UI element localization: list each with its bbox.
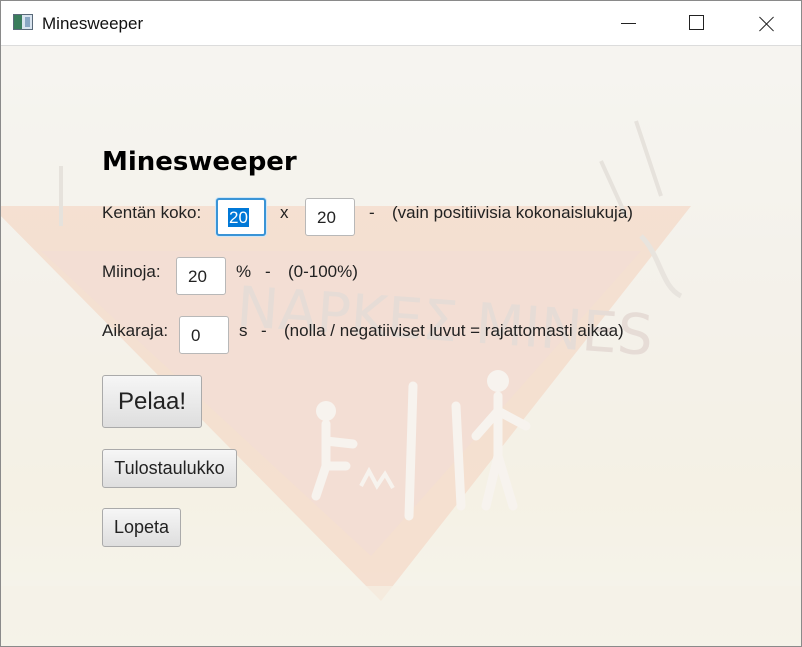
scoreboard-button[interactable]: Tulostaulukko: [102, 449, 237, 488]
mines-label: Miinoja:: [102, 262, 161, 281]
title-bar: Minesweeper: [1, 1, 801, 46]
close-icon[interactable]: [742, 1, 788, 45]
mines-unit: %: [236, 262, 252, 281]
app-icon: [13, 14, 33, 30]
window-title: Minesweeper: [42, 14, 144, 33]
maximize-icon[interactable]: [673, 1, 719, 45]
mines-dash: -: [265, 262, 271, 281]
field-width-input[interactable]: 20: [216, 198, 266, 236]
main-panel: ΝΑΡΚΕΣ MINES Minesweeper Kentän koko: 20…: [1, 46, 801, 646]
timelimit-unit: s: [239, 321, 248, 340]
minefield-warning-sign-background: ΝΑΡΚΕΣ MINES: [1, 46, 801, 646]
page-title: Minesweeper: [102, 147, 297, 177]
field-size-label: Kentän koko:: [102, 203, 202, 222]
timelimit-dash: -: [261, 321, 267, 340]
play-button[interactable]: Pelaa!: [102, 375, 202, 428]
minimize-icon[interactable]: [604, 1, 650, 45]
app-window: Minesweeper ΝΑΡΚΕΣ MINES Minesweeper Ken…: [0, 0, 802, 647]
field-width-value: 20: [228, 208, 249, 227]
mines-hint: (0-100%): [288, 262, 358, 281]
field-height-input[interactable]: 20: [305, 198, 355, 236]
timelimit-hint: (nolla / negatiiviset luvut = rajattomas…: [284, 321, 624, 340]
timelimit-label: Aikaraja:: [102, 321, 169, 340]
mines-input[interactable]: 20: [176, 257, 226, 295]
quit-button[interactable]: Lopeta: [102, 508, 181, 547]
size-separator: x: [280, 203, 289, 222]
size-hint: (vain positiivisia kokonaislukuja): [392, 203, 633, 222]
timelimit-input[interactable]: 0: [179, 316, 229, 354]
size-dash: -: [369, 203, 375, 222]
